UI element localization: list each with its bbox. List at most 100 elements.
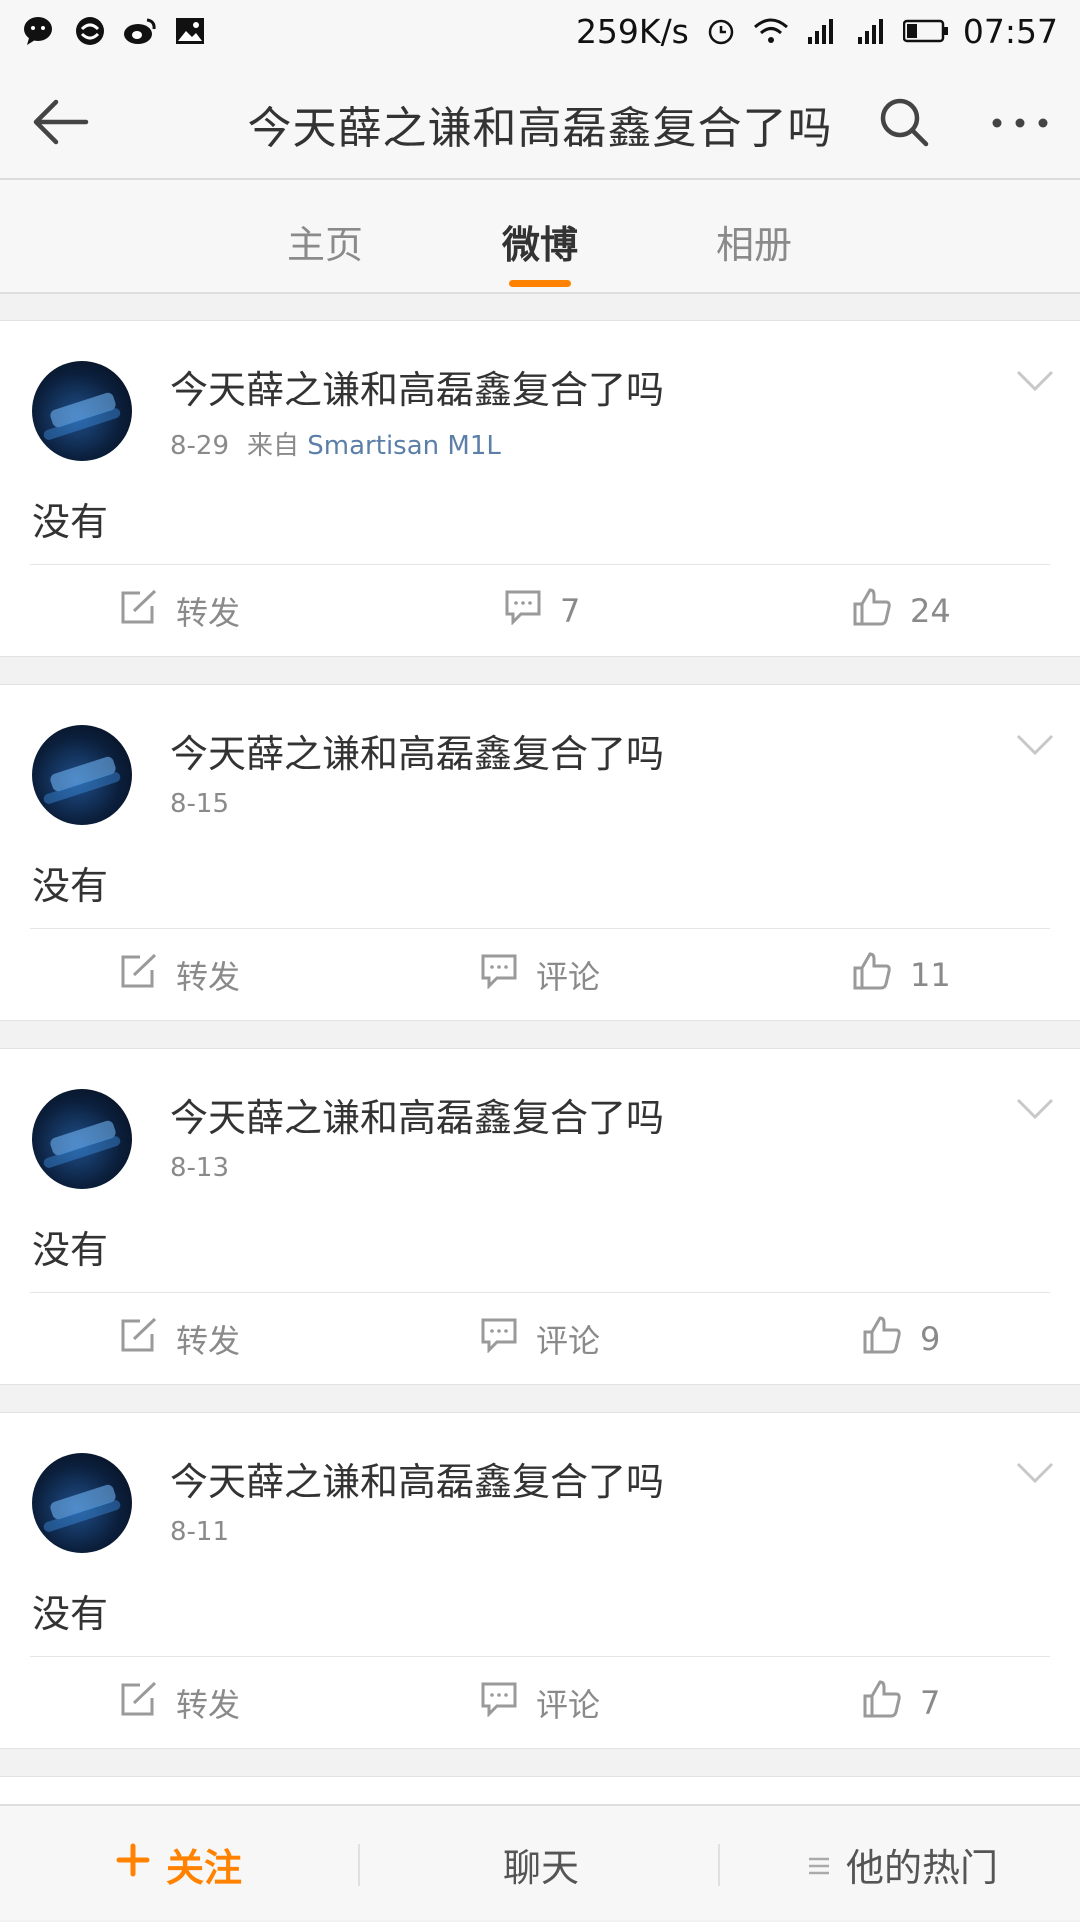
- comment-button[interactable]: 评论: [480, 1657, 600, 1749]
- post-actions: 转发 评论 7: [0, 1657, 1080, 1749]
- weibo-icon: [122, 13, 158, 49]
- comment-label: 评论: [536, 1686, 601, 1724]
- wechat-icon: [22, 13, 58, 49]
- post-meta: 8-29 来自 Smartisan M1L: [170, 425, 501, 462]
- comment-count: 7: [560, 592, 581, 630]
- network-speed: 259K/s: [575, 11, 689, 51]
- chevron-down-icon[interactable]: [1016, 1461, 1054, 1485]
- post-username[interactable]: 今天薛之谦和高磊鑫复合了吗: [170, 1451, 664, 1506]
- repost-label: 转发: [176, 1686, 241, 1724]
- like-count: 7: [920, 1684, 941, 1722]
- hot-posts-label: 他的热门: [846, 1845, 999, 1890]
- like-button[interactable]: 24: [852, 565, 951, 657]
- post-card[interactable]: 今天薛之谦和高磊鑫复合了吗 8-11 没有 转发 评论 7: [0, 1412, 1080, 1749]
- repost-icon: [120, 589, 158, 633]
- post-date: 8-29: [170, 431, 230, 461]
- post-content[interactable]: 没有: [32, 1583, 108, 1638]
- signal-icon: [853, 13, 889, 49]
- post-username[interactable]: 今天薛之谦和高磊鑫复合了吗: [170, 1087, 664, 1142]
- post-date: 8-11: [170, 1517, 230, 1547]
- alarm-icon: [703, 13, 739, 49]
- post-actions: 转发 7 24: [0, 565, 1080, 657]
- post-meta: 8-11: [170, 1517, 229, 1547]
- like-button[interactable]: 11: [852, 929, 951, 1021]
- divider: [358, 1844, 360, 1886]
- post-content[interactable]: 没有: [32, 1219, 108, 1274]
- post-actions: 转发 评论 11: [0, 929, 1080, 1021]
- tab-weibo[interactable]: 微博: [470, 214, 610, 269]
- thumbs-up-icon: [862, 1679, 902, 1727]
- chevron-down-icon[interactable]: [1016, 1097, 1054, 1121]
- comment-button[interactable]: 评论: [480, 929, 600, 1021]
- signal-icon: [803, 13, 839, 49]
- post-content[interactable]: 没有: [32, 491, 108, 546]
- like-button[interactable]: 7: [862, 1657, 940, 1749]
- wifi-icon: [753, 13, 789, 49]
- post-username[interactable]: 今天薛之谦和高磊鑫复合了吗: [170, 723, 664, 778]
- avatar[interactable]: [32, 725, 132, 825]
- avatar[interactable]: [32, 1089, 132, 1189]
- post-date: 8-13: [170, 1153, 230, 1183]
- bottom-action-bar: 关注 聊天 他的热门: [0, 1804, 1080, 1920]
- hot-posts-button[interactable]: 他的热门: [808, 1806, 998, 1922]
- battery-icon: [902, 13, 949, 49]
- chat-label: 聊天: [503, 1845, 580, 1890]
- like-count: 24: [910, 592, 951, 630]
- list-icon: [808, 1842, 830, 1886]
- chevron-down-icon[interactable]: [1016, 733, 1054, 757]
- avatar[interactable]: [32, 361, 132, 461]
- gallery-icon: [172, 13, 208, 49]
- post-source-prefix: 来自: [247, 431, 300, 461]
- chat-button[interactable]: 聊天: [503, 1806, 579, 1922]
- post-actions: 转发 评论 9: [0, 1293, 1080, 1385]
- repost-button[interactable]: 转发: [120, 565, 240, 657]
- repost-icon: [120, 1681, 158, 1725]
- comment-icon: [480, 953, 518, 997]
- search-icon[interactable]: [874, 92, 934, 152]
- more-icon[interactable]: [985, 98, 1055, 148]
- post-meta: 8-13: [170, 1153, 229, 1183]
- avatar[interactable]: [32, 1453, 132, 1553]
- comment-icon: [480, 1317, 518, 1361]
- post-content[interactable]: 没有: [32, 855, 108, 910]
- repost-icon: [120, 953, 158, 997]
- repost-label: 转发: [176, 1322, 241, 1360]
- like-count: 11: [910, 956, 951, 994]
- active-tab-indicator: [509, 280, 571, 287]
- qq-icon: [72, 13, 108, 49]
- comment-icon: [480, 1681, 518, 1725]
- post-meta: 8-15: [170, 789, 229, 819]
- top-nav: 今天薛之谦和高磊鑫复合了吗: [0, 62, 1080, 180]
- repost-button[interactable]: 转发: [120, 1293, 240, 1385]
- post-card[interactable]: 今天薛之谦和高磊鑫复合了吗 8-15 没有 转发 评论 11: [0, 684, 1080, 1021]
- divider: [718, 1844, 720, 1886]
- follow-button[interactable]: 关注: [116, 1806, 242, 1922]
- like-count: 9: [920, 1320, 941, 1358]
- comment-label: 评论: [536, 1322, 601, 1360]
- clock: 07:57: [962, 11, 1058, 51]
- repost-button[interactable]: 转发: [120, 1657, 240, 1749]
- repost-icon: [120, 1317, 158, 1361]
- comment-button[interactable]: 7: [504, 565, 580, 657]
- repost-button[interactable]: 转发: [120, 929, 240, 1021]
- status-bar: 259K/s 07:57: [0, 0, 1080, 62]
- post-date: 8-15: [170, 789, 230, 819]
- tab-album[interactable]: 相册: [684, 214, 824, 269]
- post-username[interactable]: 今天薛之谦和高磊鑫复合了吗: [170, 359, 664, 414]
- post-card[interactable]: 今天薛之谦和高磊鑫复合了吗 8-29 来自 Smartisan M1L 没有 转发…: [0, 320, 1080, 657]
- comment-button[interactable]: 评论: [480, 1293, 600, 1385]
- comment-label: 评论: [536, 958, 601, 996]
- like-button[interactable]: 9: [862, 1293, 940, 1385]
- thumbs-up-icon: [862, 1315, 902, 1363]
- profile-tabs: 主页 微博 相册: [0, 180, 1080, 294]
- repost-label: 转发: [176, 958, 241, 996]
- tab-home[interactable]: 主页: [255, 214, 395, 269]
- comment-icon: [504, 589, 542, 633]
- post-card[interactable]: 今天薛之谦和高磊鑫复合了吗 8-13 没有 转发 评论 9: [0, 1048, 1080, 1385]
- follow-label: 关注: [166, 1845, 243, 1890]
- thumbs-up-icon: [852, 587, 892, 635]
- post-source-device[interactable]: Smartisan M1L: [307, 431, 501, 461]
- repost-label: 转发: [176, 594, 241, 632]
- chevron-down-icon[interactable]: [1016, 369, 1054, 393]
- plus-icon: [116, 1842, 150, 1886]
